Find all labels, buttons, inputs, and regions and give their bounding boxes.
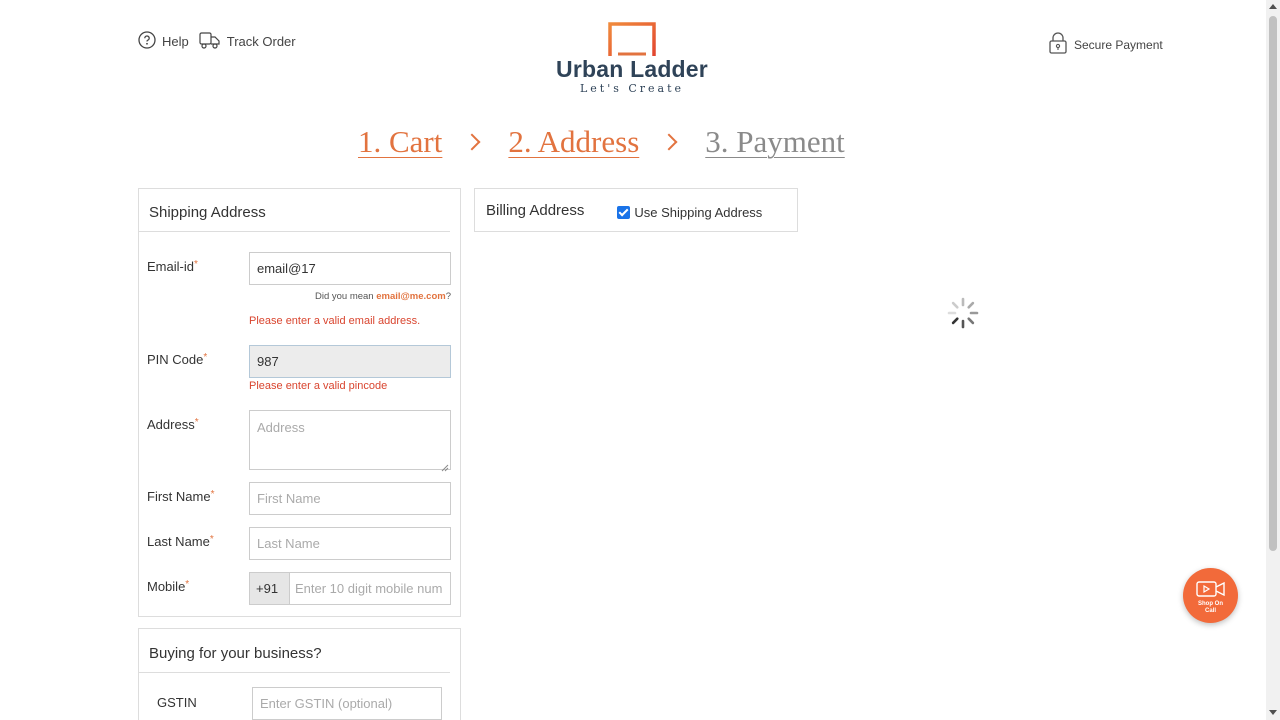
shop-on-call-button[interactable]: Shop On Call [1183,568,1238,623]
chevron-right-icon [660,133,678,151]
required-mark: * [209,534,214,545]
shipping-title: Shipping Address [139,189,450,232]
use-shipping-toggle[interactable]: Use Shipping Address [617,205,762,220]
track-order-link[interactable]: Track Order [199,30,296,53]
address-placeholder: Address [257,420,305,435]
help-link[interactable]: Help [138,31,189,52]
scroll-down-arrow-icon[interactable] [1269,710,1277,715]
header-links: Help Track Order [138,30,296,53]
first-name-label-text: First Name [147,489,211,504]
mobile-group: +91 Enter 10 digit mobile num [249,572,451,605]
track-order-label: Track Order [226,34,296,49]
last-name-label-text: Last Name [147,534,210,549]
step-payment[interactable]: 3. Payment [705,124,845,160]
required-mark: * [194,417,199,428]
pin-label: PIN Code* [147,352,207,367]
business-panel: Buying for your business? GSTIN Enter GS… [138,628,461,720]
address-label: Address* [147,417,199,432]
pin-label-text: PIN Code [147,352,204,367]
billing-title: Billing Address [486,201,585,219]
mobile-label: Mobile* [147,579,189,594]
billing-address-panel: Billing Address Use Shipping Address [474,188,798,232]
question-circle-icon [138,31,156,52]
email-suggestion-link[interactable]: email@me.com [376,291,445,302]
use-shipping-label: Use Shipping Address [634,204,763,220]
required-mark: * [185,579,190,590]
logo-mark [608,22,656,56]
required-mark: * [203,352,208,363]
shipping-address-panel: Shipping Address Email-id* email@17 Did … [138,188,461,617]
scroll-thumb[interactable] [1269,16,1277,551]
country-code: +91 [250,573,290,604]
pincode-error: Please enter a valid pincode [249,380,388,392]
pincode-field[interactable]: 987 [249,345,451,378]
mobile-field[interactable]: Enter 10 digit mobile num [290,573,450,604]
use-shipping-checkbox[interactable] [617,205,631,219]
page-scrollbar[interactable] [1266,0,1280,720]
email-field[interactable]: email@17 [249,252,451,285]
brand-name: Urban Ladder [556,56,708,82]
secure-payment-badge: Secure Payment [1048,32,1163,57]
resize-handle-icon[interactable] [441,460,449,472]
scroll-up-arrow-icon[interactable] [1269,4,1277,9]
padlock-icon [1048,32,1068,57]
email-error: Please enter a valid email address. [249,315,421,327]
required-mark: * [193,259,198,270]
email-label: Email-id* [147,259,198,274]
brand-tagline: Let's Create [579,82,685,95]
email-suggestion: Did you mean email@me.com? [249,291,451,302]
video-camera-icon [1196,580,1226,603]
email-hint-suffix: ? [445,291,451,302]
loading-spinner-icon [946,296,980,330]
chevron-right-icon [463,133,481,151]
first-name-field[interactable]: First Name [249,482,451,515]
shop-on-call-label: Shop On Call [1183,601,1238,615]
last-name-label: Last Name* [147,534,214,549]
shop-on-call-line1: Shop On [1198,601,1223,607]
checkout-steps: 1. Cart 2. Address 3. Payment [358,124,845,160]
required-mark: * [210,489,215,500]
brand-logo[interactable]: Urban Ladder Let's Create [546,22,718,95]
email-hint-prefix: Did you mean [314,291,374,302]
secure-payment-label: Secure Payment [1074,37,1163,52]
shop-on-call-line2: Call [1204,608,1216,614]
step-cart[interactable]: 1. Cart [358,124,442,160]
delivery-truck-icon [199,30,221,53]
step-address[interactable]: 2. Address [508,124,639,160]
business-title: Buying for your business? [139,629,450,673]
first-name-label: First Name* [147,489,214,504]
mobile-label-text: Mobile [147,579,186,594]
gstin-field[interactable]: Enter GSTIN (optional) [252,687,442,720]
gstin-label: GSTIN [157,695,197,710]
address-label-text: Address [147,417,195,432]
address-textarea[interactable]: Address [249,410,451,472]
email-label-text: Email-id [147,259,194,274]
help-label: Help [162,34,189,49]
last-name-field[interactable]: Last Name [249,527,451,560]
